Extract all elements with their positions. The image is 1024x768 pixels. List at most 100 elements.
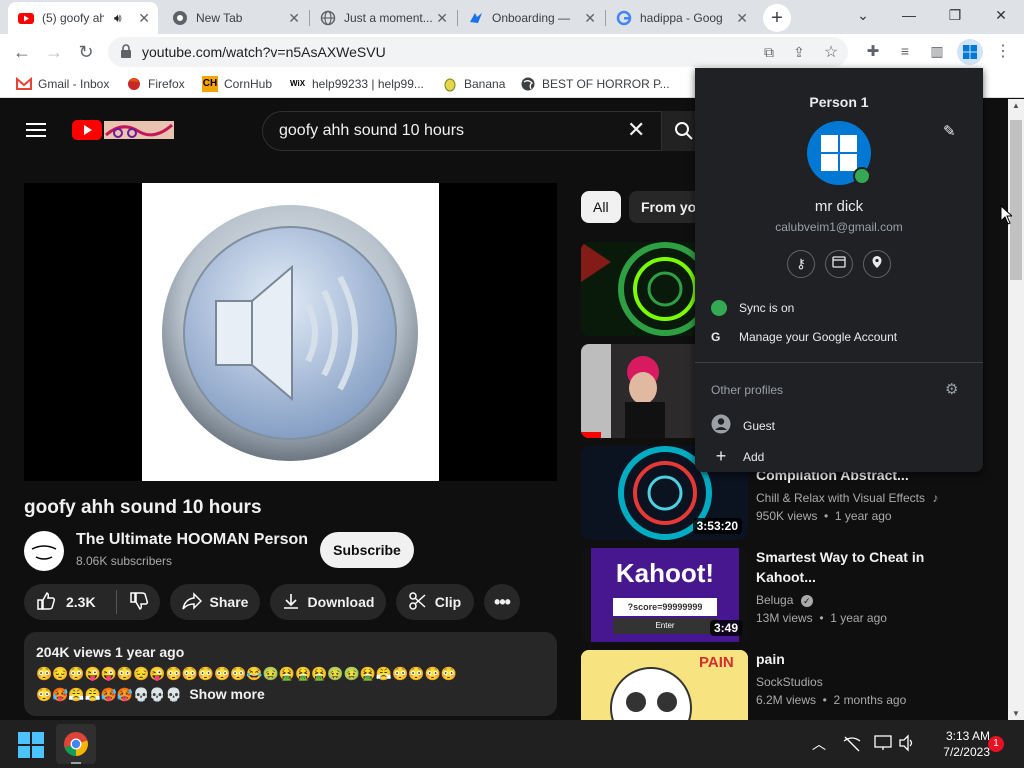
channel-label: Beluga [756, 593, 794, 607]
open-in-app-icon[interactable]: ⧉ [758, 41, 780, 63]
tab-just-a-moment[interactable]: Just a moment... ✕ [310, 4, 456, 32]
related-title-4[interactable]: Smartest Way to Cheat in Kahoot... [756, 547, 936, 587]
running-indicator [71, 762, 81, 764]
url-text: youtube.com/watch?v=n5AsAXWeSVU [142, 44, 386, 60]
guide-menu-icon[interactable] [26, 123, 46, 137]
forward-button[interactable]: → [40, 38, 68, 66]
payment-methods-button[interactable] [825, 250, 853, 278]
profile-avatar-button[interactable] [957, 39, 983, 65]
passwords-button[interactable]: ⚷ [787, 250, 815, 278]
chip-all[interactable]: All [581, 191, 621, 223]
start-button[interactable] [18, 732, 44, 763]
volume-icon[interactable] [898, 734, 916, 757]
like-button[interactable]: 2.3K [24, 591, 116, 614]
bookmark-wix[interactable]: WiX help99233 | help99... [290, 76, 424, 92]
tab-search-icon[interactable]: ⌄ [840, 0, 886, 30]
subscriber-count: 8.06K subscribers [76, 554, 173, 568]
scrollbar-thumb[interactable] [1010, 120, 1022, 280]
bookmark-firefox[interactable]: Firefox [126, 76, 185, 92]
key-icon: ⚷ [796, 256, 806, 271]
bookmark-banana[interactable]: Banana [442, 76, 505, 92]
reload-button[interactable]: ↻ [72, 38, 100, 66]
upload-age: 1 year ago [115, 644, 185, 660]
related-title-5[interactable]: pain [756, 649, 785, 669]
bookmark-horror[interactable]: BEST OF HORROR P... [520, 76, 670, 92]
close-tab-icon[interactable]: ✕ [436, 10, 448, 27]
close-tab-icon[interactable]: ✕ [736, 10, 748, 27]
tab-youtube[interactable]: (5) goofy ahh 🔊︎ ✕ [8, 2, 158, 34]
back-button[interactable]: ← [8, 38, 36, 66]
sync-status-row[interactable]: Sync is on [711, 300, 794, 316]
search-box[interactable]: goofy ahh sound 10 hours ✕ [262, 111, 662, 151]
close-tab-icon[interactable]: ✕ [584, 10, 596, 27]
download-button[interactable]: Download [270, 584, 386, 620]
related-channel-5[interactable]: SockStudios [756, 675, 823, 689]
sync-icon [711, 300, 727, 316]
related-thumbnail-5[interactable]: PAIN [581, 650, 748, 720]
address-bar[interactable]: youtube.com/watch?v=n5AsAXWeSVU ⧉ ⇪ ☆ [108, 37, 848, 67]
taskbar-chrome[interactable] [56, 724, 96, 764]
subscribe-label: Subscribe [333, 542, 401, 558]
tab-label: Onboarding — [492, 11, 571, 25]
profile-menu: Person 1 ✎ mr dick calubveim1@gmail.com … [695, 68, 983, 472]
notification-badge[interactable]: 1 [988, 736, 1004, 752]
related-channel-3[interactable]: Chill & Relax with Visual Effects ♪ [756, 491, 938, 505]
close-tab-icon[interactable]: ✕ [288, 10, 300, 27]
onboarding-icon [468, 10, 484, 26]
new-tab-button[interactable]: + [763, 4, 791, 32]
maximize-button[interactable]: ❐ [932, 0, 978, 30]
show-hidden-icons-icon[interactable]: ︿ [812, 734, 826, 754]
video-player[interactable] [24, 183, 557, 481]
speaker-icon[interactable]: 🔊︎ [114, 11, 122, 26]
bookmark-cornhub[interactable]: CH CornHub [202, 76, 272, 92]
tab-onboarding[interactable]: Onboarding — ✕ [458, 4, 604, 32]
close-tab-icon[interactable]: ✕ [138, 10, 150, 27]
show-more-link[interactable]: Show more [189, 686, 264, 702]
share-button[interactable]: Share [170, 584, 260, 620]
dislike-button[interactable] [117, 591, 149, 614]
display-icon[interactable] [874, 734, 892, 757]
share-page-icon[interactable]: ⇪ [788, 41, 810, 63]
related-thumbnail-4[interactable]: Kahoot! ?score=99999999 Enter 3:49 [581, 548, 748, 642]
search-input[interactable]: goofy ahh sound 10 hours [279, 122, 464, 140]
clear-search-icon[interactable]: ✕ [627, 117, 645, 143]
guest-profile-row[interactable]: Guest [711, 414, 775, 437]
edit-profile-icon[interactable]: ✎ [943, 122, 956, 140]
related-channel-4[interactable]: Beluga ✓ [756, 593, 813, 607]
scroll-up-arrow-icon[interactable]: ▲ [1012, 101, 1020, 110]
tab-strip: (5) goofy ahh 🔊︎ ✕ New Tab ✕ Just a mome… [0, 0, 1024, 34]
bookmark-star-icon[interactable]: ☆ [820, 41, 842, 63]
channel-name[interactable]: The Ultimate HOOMAN Person [76, 531, 308, 549]
clock[interactable]: 3:13 AM 7/2/2023 [924, 728, 990, 760]
bookmark-label: Banana [464, 77, 506, 91]
kahoot-thumb-field: ?score=99999999 [613, 598, 717, 616]
chrome-menu-icon[interactable]: ⋮ [992, 40, 1014, 62]
manage-account-row[interactable]: G Manage your Google Account [711, 330, 897, 344]
lock-icon[interactable] [120, 44, 132, 63]
minimize-button[interactable]: — [886, 0, 932, 30]
google-icon [616, 10, 632, 26]
description-box[interactable]: 204K views 1 year ago 😳😔😳😜😜😳😔😜😳😳😳😳😳😂🤢🤮🤮🤮… [24, 632, 557, 716]
more-actions-button[interactable]: ••• [484, 584, 520, 620]
youtube-logo[interactable] [72, 119, 174, 141]
addresses-button[interactable] [863, 250, 891, 278]
tab-new-tab[interactable]: New Tab ✕ [162, 4, 308, 32]
close-window-button[interactable]: ✕ [978, 0, 1024, 30]
channel-avatar[interactable] [24, 531, 64, 571]
scroll-down-arrow-icon[interactable]: ▼ [1012, 709, 1020, 718]
clip-button[interactable]: Clip [396, 584, 474, 620]
subscribe-button[interactable]: Subscribe [320, 532, 414, 568]
media-controls-icon[interactable]: ≡ [894, 40, 916, 62]
network-offline-icon[interactable] [843, 736, 861, 757]
bookmark-label: help99233 | help99... [312, 77, 424, 91]
tab-hadippa[interactable]: hadippa - Goog ✕ [606, 4, 756, 32]
related-meta-4: 13M views • 1 year ago [756, 611, 887, 625]
side-panel-icon[interactable]: ▥ [926, 40, 948, 62]
manage-profiles-gear-icon[interactable]: ⚙ [945, 380, 958, 398]
extensions-icon[interactable]: ✚ [862, 40, 884, 62]
bookmark-gmail[interactable]: Gmail - Inbox [16, 76, 109, 92]
bookmark-label: BEST OF HORROR P... [542, 77, 670, 91]
download-icon [282, 592, 300, 613]
sync-badge-icon [853, 167, 871, 185]
add-profile-row[interactable]: + Add [711, 446, 765, 467]
